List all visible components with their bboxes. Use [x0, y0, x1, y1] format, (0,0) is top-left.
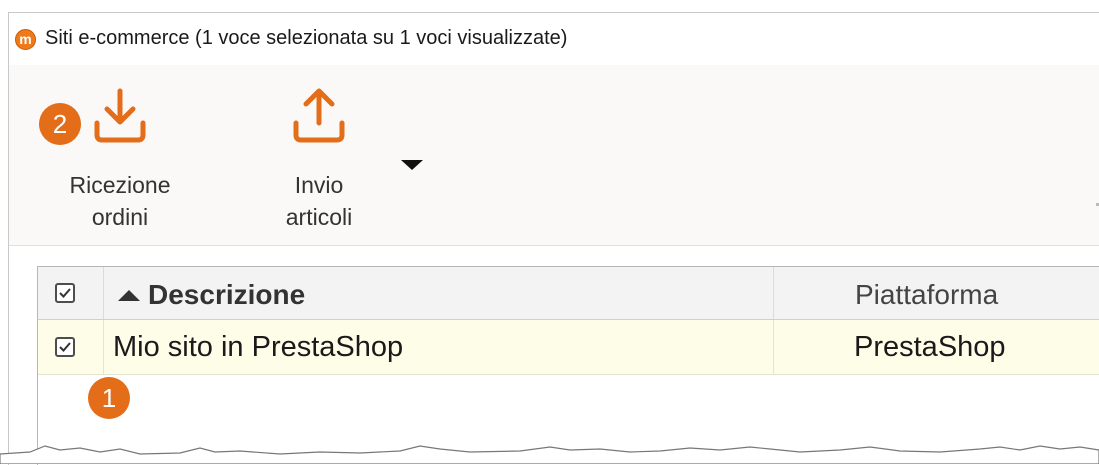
- column-header-piattaforma[interactable]: Piattaforma: [855, 279, 998, 311]
- download-icon: [94, 88, 146, 143]
- ecommerce-sites-window: m Siti e-commerce (1 voce selezionata su…: [8, 12, 1099, 465]
- sites-grid: Descrizione Piattaforma Mio sito in Pres…: [37, 266, 1099, 465]
- torn-edge-decoration: [0, 445, 1099, 464]
- upload-icon: [293, 88, 345, 143]
- column-header-descrizione[interactable]: Descrizione: [148, 279, 305, 311]
- select-all-checkbox[interactable]: [55, 283, 75, 303]
- receive-orders-label-line1: Ricezione: [69, 172, 171, 198]
- table-row[interactable]: Mio sito in PrestaShop PrestaShop: [38, 320, 1099, 375]
- checkmark-icon: [59, 342, 71, 352]
- send-articles-label-line1: Invio: [294, 172, 344, 198]
- row-checkbox[interactable]: [55, 337, 75, 357]
- app-logo-icon: m: [15, 29, 36, 50]
- send-articles-button[interactable]: Invio articoli: [264, 85, 374, 233]
- column-separator: [773, 267, 774, 319]
- title-bar: m Siti e-commerce (1 voce selezionata su…: [9, 13, 1099, 65]
- send-articles-label-line2: articoli: [285, 204, 353, 230]
- receive-orders-label-line2: ordini: [91, 204, 149, 230]
- window-title: Siti e-commerce (1 voce selezionata su 1…: [45, 27, 568, 49]
- column-separator: [103, 320, 104, 374]
- step-badge-1: 1: [88, 377, 130, 419]
- ribbon-more-dropdown-icon[interactable]: [401, 160, 423, 170]
- sort-ascending-icon: [118, 290, 140, 301]
- column-separator: [773, 320, 774, 374]
- cell-piattaforma: PrestaShop: [854, 331, 1006, 363]
- checkmark-icon: [59, 288, 71, 298]
- ribbon-toolbar: Ricezione ordini Invio articoli 2: [9, 65, 1099, 246]
- step-badge-2: 2: [39, 103, 81, 145]
- cell-descrizione: Mio sito in PrestaShop: [113, 331, 404, 363]
- column-separator: [103, 267, 104, 319]
- grid-header: Descrizione Piattaforma: [38, 267, 1099, 320]
